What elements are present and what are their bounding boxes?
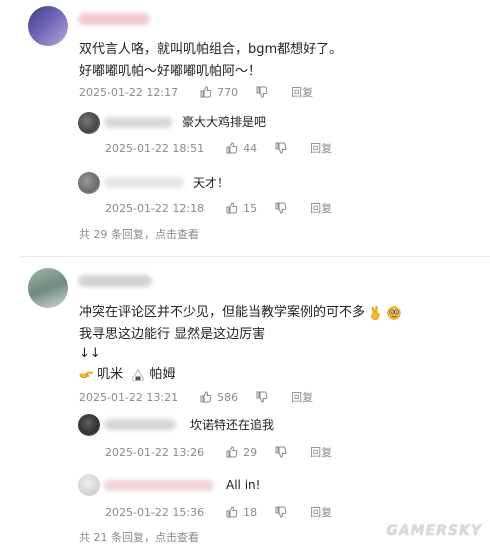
like-count: 770 (217, 85, 239, 99)
thumbs-down-icon (256, 391, 268, 403)
like-count: 44 (243, 141, 258, 155)
comment-text-line2: 好嘟嘟叽帕～好嘟嘟叽帕阿～！ (79, 64, 262, 79)
username-blurred[interactable] (78, 275, 152, 287)
reply-avatar[interactable] (78, 414, 100, 436)
reply-button[interactable]: 回复 (310, 140, 332, 156)
thumbs-up-icon (200, 86, 212, 98)
comment-meta: 2025-01-22 13:21 586 回复 (79, 389, 313, 405)
reply-avatar[interactable] (78, 474, 100, 496)
reply-button[interactable]: 回复 (291, 389, 313, 405)
comment-text-line2: 我寻思这边能行 显然是这边厉害 (79, 327, 266, 342)
like-button[interactable]: 29 (226, 446, 257, 459)
dislike-button[interactable] (256, 391, 273, 403)
comment-date: 2025-01-22 13:21 (79, 390, 179, 404)
reply-text: 坎诺特还在追我 (190, 418, 275, 432)
reply-button[interactable]: 回复 (310, 200, 332, 216)
like-button[interactable]: 770 (200, 86, 238, 99)
comment-date: 2025-01-22 12:17 (79, 85, 179, 99)
thumbs-down-icon (275, 446, 287, 458)
nerd-face-icon (387, 305, 401, 320)
rice-ball-icon (132, 368, 145, 381)
thumbs-down-icon (275, 142, 287, 154)
reply-avatar[interactable] (78, 172, 100, 194)
thumbs-down-icon (275, 202, 287, 214)
thumbs-up-icon (226, 506, 238, 518)
reply-meta: 2025-01-22 12:18 15 回复 (105, 200, 332, 216)
like-button[interactable]: 44 (226, 142, 257, 155)
dislike-button[interactable] (256, 86, 273, 98)
reply-avatar[interactable] (78, 112, 100, 134)
reply-button[interactable]: 回复 (310, 504, 332, 520)
like-button[interactable]: 15 (226, 202, 257, 215)
dislike-button[interactable] (275, 202, 292, 214)
like-count: 586 (217, 390, 239, 404)
pointing-hand-icon (79, 371, 93, 378)
tag-pamu: 帕姆 (149, 367, 176, 382)
reply-meta: 2025-01-22 13:26 29 回复 (105, 444, 332, 460)
thumbs-up-icon (226, 142, 238, 154)
comment-text-line1: 双代言人咯，就叫叽帕组合，bgm都想好了。 (79, 42, 343, 57)
like-count: 18 (243, 505, 258, 519)
view-more-replies-link[interactable]: 共 29 条回复，点击查看 (79, 226, 199, 242)
dislike-button[interactable] (275, 506, 292, 518)
reply-username-blurred[interactable] (104, 480, 214, 491)
reply-text: All in! (226, 478, 261, 492)
view-more-replies-link[interactable]: 共 21 条回复，点击查看 (79, 529, 199, 545)
thumbs-up-icon (200, 391, 212, 403)
reply-date: 2025-01-22 12:18 (105, 201, 205, 215)
reply-username-blurred[interactable] (104, 117, 172, 128)
tag-jimi: 叽米 (97, 367, 124, 382)
victory-hand-icon (371, 305, 380, 320)
reply-meta: 2025-01-22 18:51 44 回复 (105, 140, 332, 156)
dislike-button[interactable] (275, 446, 292, 458)
thumbs-up-icon (226, 446, 238, 458)
comment-text-line1: 冲突在评论区并不少见，但能当教学案例的可不多 (79, 301, 401, 320)
like-count: 15 (243, 201, 258, 215)
divider (20, 256, 490, 257)
reply-text: 天才！ (193, 176, 230, 190)
comment-text-line4: 叽米 帕姆 (79, 363, 175, 382)
comment-text-line3: ↓↓ (79, 346, 101, 361)
avatar[interactable] (28, 6, 68, 46)
reply-date: 2025-01-22 15:36 (105, 505, 205, 519)
like-button[interactable]: 586 (200, 391, 238, 404)
like-count: 29 (243, 445, 258, 459)
reply-button[interactable]: 回复 (310, 444, 332, 460)
reply-button[interactable]: 回复 (291, 84, 313, 100)
dislike-button[interactable] (275, 142, 292, 154)
thumbs-up-icon (226, 202, 238, 214)
reply-username-blurred[interactable] (104, 419, 176, 430)
reply-date: 2025-01-22 18:51 (105, 141, 205, 155)
username-blurred[interactable] (78, 13, 150, 25)
like-button[interactable]: 18 (226, 506, 257, 519)
thumbs-down-icon (275, 506, 287, 518)
reply-username-blurred[interactable] (104, 177, 184, 188)
comment-meta: 2025-01-22 12:17 770 回复 (79, 84, 313, 100)
avatar[interactable] (28, 268, 68, 308)
thumbs-down-icon (256, 86, 268, 98)
reply-text: 豪大大鸡排是吧 (182, 115, 267, 129)
reply-date: 2025-01-22 13:26 (105, 445, 205, 459)
watermark: GAMERSKY (386, 523, 482, 539)
reply-meta: 2025-01-22 15:36 18 回复 (105, 504, 332, 520)
